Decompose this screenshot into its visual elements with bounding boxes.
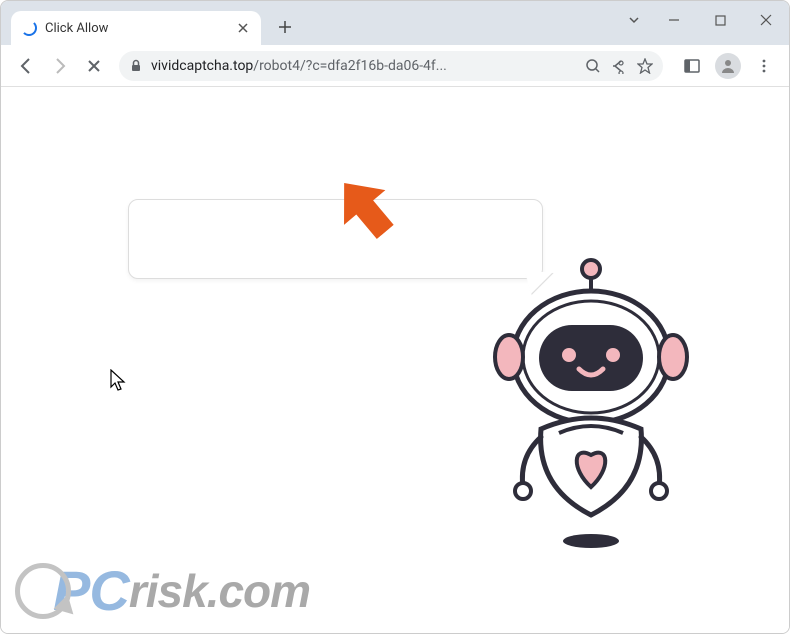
url-text: vividcaptcha.top/robot4/?c=dfa2f16b-da06… (151, 58, 577, 74)
maximize-icon (715, 15, 726, 26)
stop-icon (87, 59, 101, 73)
stop-reload-button[interactable] (79, 51, 109, 81)
browser-tab[interactable]: Click Allow (11, 11, 261, 45)
menu-dots-icon (757, 59, 771, 73)
minimize-button[interactable] (651, 5, 697, 35)
minimize-icon (668, 14, 680, 26)
url-domain: vividcaptcha.top (151, 58, 253, 74)
close-icon (238, 23, 248, 33)
close-tab-button[interactable] (235, 20, 251, 36)
watermark-magnifier-icon (15, 563, 71, 619)
omnibox-actions (585, 58, 653, 74)
browser-window: Click Allow (0, 0, 790, 634)
close-icon (760, 14, 772, 26)
forward-button[interactable] (45, 51, 75, 81)
plus-icon (278, 20, 292, 34)
star-icon[interactable] (637, 58, 653, 74)
back-button[interactable] (11, 51, 41, 81)
watermark-c: C (89, 558, 128, 623)
robot-mascot (471, 257, 711, 557)
tab-search-button[interactable] (617, 14, 651, 26)
search-icon[interactable] (585, 58, 601, 74)
new-tab-button[interactable] (271, 13, 299, 41)
profile-button[interactable] (715, 53, 741, 79)
menu-button[interactable] (749, 51, 779, 81)
title-bar: Click Allow (1, 1, 789, 45)
window-controls (617, 1, 789, 39)
side-panel-icon (684, 58, 700, 74)
mouse-cursor-icon (110, 369, 128, 397)
page-content: PCrisk.com (1, 87, 789, 633)
close-window-button[interactable] (743, 5, 789, 35)
watermark-suffix: risk.com (129, 564, 310, 618)
side-panel-button[interactable] (677, 51, 707, 81)
tab-title: Click Allow (45, 21, 108, 36)
maximize-button[interactable] (697, 5, 743, 35)
profile-icon (719, 57, 737, 75)
lock-icon (129, 59, 143, 73)
loading-spinner-icon (21, 20, 37, 36)
watermark: PCrisk.com (15, 558, 310, 623)
url-path: /robot4/?c=dfa2f16b-da06-4f... (253, 58, 447, 74)
share-icon[interactable] (611, 58, 627, 74)
forward-arrow-icon (51, 57, 69, 75)
chevron-down-icon (628, 14, 640, 26)
address-bar[interactable]: vividcaptcha.top/robot4/?c=dfa2f16b-da06… (119, 51, 663, 81)
back-arrow-icon (17, 57, 35, 75)
toolbar: vividcaptcha.top/robot4/?c=dfa2f16b-da06… (1, 45, 789, 87)
toolbar-right (673, 51, 779, 81)
